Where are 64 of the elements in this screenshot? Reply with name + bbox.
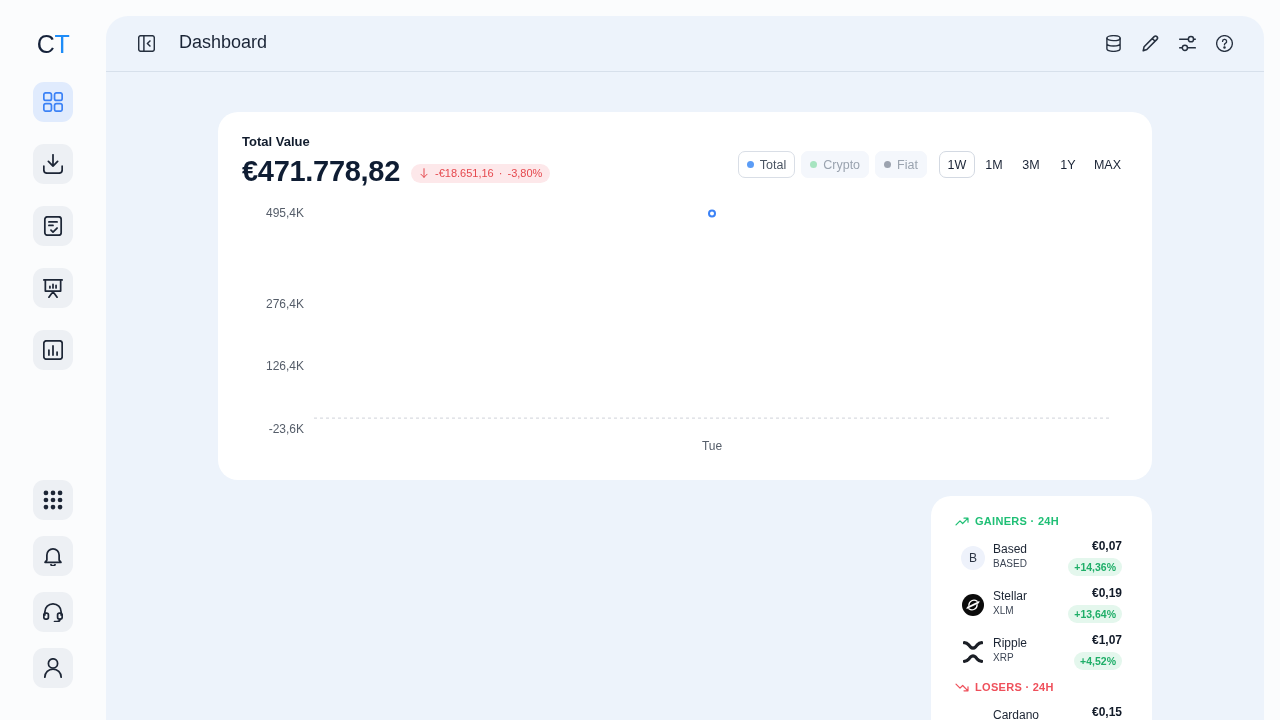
toolbar-button[interactable] — [1105, 35, 1122, 52]
toolbar-button[interactable] — [1216, 35, 1233, 52]
coin-price: €0,15 — [1091, 705, 1122, 720]
range-tab[interactable]: 1M — [975, 151, 1012, 178]
percent-change: +14,36% — [1068, 558, 1122, 576]
nav-button[interactable] — [33, 144, 73, 184]
page-title: Dashboard — [179, 30, 268, 54]
bar-chart-icon — [43, 340, 63, 360]
down-arrow-icon — [420, 168, 428, 178]
coin-name: Stellar — [993, 589, 1027, 604]
percent-change: +13,64% — [1068, 605, 1122, 623]
help-icon — [1216, 35, 1233, 52]
value-label: Total Value — [242, 134, 310, 150]
user-icon — [43, 658, 63, 678]
sidebar-toggle-icon — [138, 35, 155, 52]
apps-grid-icon — [43, 490, 63, 510]
coin-ticker: BASED — [993, 557, 1027, 570]
range-tab[interactable]: 1Y — [1049, 151, 1086, 178]
nav-button[interactable] — [33, 330, 73, 370]
percent-change: +4,52% — [1074, 652, 1122, 670]
total-value: €471.778,82 — [242, 154, 400, 189]
range-tab[interactable]: MAX — [1086, 151, 1128, 178]
coin-name: Based — [993, 542, 1028, 557]
change-amount: -€18.651,16 · -3,80% — [435, 167, 543, 179]
y-axis-label: -23,6K — [268, 421, 304, 436]
coin-ticker: XLM — [993, 604, 1014, 617]
collapse-sidebar-button[interactable] — [138, 35, 155, 52]
curved-x-icon — [963, 640, 983, 663]
coin-name: Ripple — [993, 636, 1028, 651]
database-icon — [1105, 35, 1122, 52]
coin-price: €1,07 — [1091, 633, 1122, 648]
download-icon — [43, 154, 63, 174]
nav-button[interactable] — [33, 648, 73, 688]
headset-icon — [43, 602, 63, 622]
checklist-icon — [43, 216, 63, 236]
coin-price: €0,19 — [1091, 586, 1122, 601]
nav-button[interactable] — [33, 268, 73, 308]
nav-button[interactable] — [33, 480, 73, 520]
logo: CT — [36, 30, 70, 58]
data-point — [708, 209, 716, 218]
nav-button[interactable] — [33, 536, 73, 576]
grid-icon — [43, 92, 63, 112]
pencil-icon — [1142, 35, 1159, 52]
x-axis-label: Tue — [701, 439, 723, 453]
bell-icon — [43, 546, 63, 566]
toolbar-button[interactable] — [1142, 35, 1159, 52]
letter-avatar: B — [961, 545, 985, 570]
coin-name: Cardano — [993, 708, 1040, 720]
section-title: GAINERS · 24H — [975, 514, 1059, 528]
y-axis-label: 276,4K — [265, 296, 304, 311]
toolbar-button[interactable] — [1179, 35, 1196, 52]
presentation-board-icon — [43, 278, 63, 298]
y-axis-label: 126,4K — [265, 359, 304, 374]
nav-button[interactable] — [33, 592, 73, 632]
legend-toggle[interactable]: Total — [737, 151, 796, 178]
coin-ticker: XRP — [993, 651, 1014, 664]
striped-disc-icon — [962, 593, 984, 616]
nav-button[interactable] — [33, 206, 73, 246]
range-tab[interactable]: 1W — [938, 151, 975, 178]
section-title: LOSERS · 24H — [975, 680, 1054, 694]
range-tab[interactable]: 3M — [1012, 151, 1049, 178]
y-axis-label: 495,4K — [265, 205, 304, 220]
settings-sliders-icon — [1179, 35, 1196, 52]
coin-price: €0,07 — [1091, 539, 1122, 554]
